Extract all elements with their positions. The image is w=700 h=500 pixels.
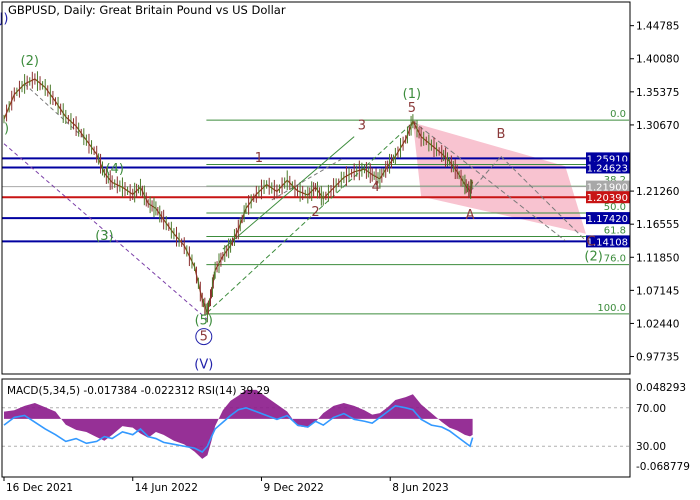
rsi-level-label: 70.00	[636, 403, 666, 415]
wave-label: (V)	[194, 358, 213, 373]
y-tick-label: 1.11850	[636, 252, 679, 264]
price-level-label: 1.24623	[587, 163, 628, 174]
y-tick-label: 1.30670	[636, 120, 679, 132]
x-tick-label: 9 Dec 2022	[263, 482, 323, 494]
wave-label: (2)	[21, 54, 39, 69]
y-tick-label: 1.07145	[636, 285, 679, 297]
fib-level-label: 76.0	[604, 254, 626, 265]
price-level-label: 1.17420	[587, 214, 628, 225]
y-tick-label: 1.02440	[636, 318, 679, 330]
wave-label: (1)	[403, 87, 421, 102]
wave-label: 5	[408, 101, 416, 116]
y-tick-label: 1.35375	[636, 87, 679, 99]
wave-label: )	[4, 121, 9, 136]
wave-label: 2	[311, 205, 319, 220]
indicator-y-tick-label: -0.068779	[636, 461, 690, 473]
fib-level-label: 0.0	[610, 109, 626, 120]
fib-level-label: 100.0	[597, 303, 626, 314]
rsi-level-label: 30.00	[636, 441, 666, 453]
chart-title: GBPUSD, Daily: Great Britain Pound vs US…	[8, 3, 286, 17]
x-tick-label: 8 Jun 2023	[392, 482, 448, 494]
indicator-legend: MACD(5,34,5) -0.017384 -0.022312 RSI(14)…	[7, 385, 270, 397]
wave-label: 1	[255, 151, 263, 166]
wave-label: (2)	[584, 249, 602, 264]
chart-canvas: 0.023.638.250.061.876.0100.01.259101.246…	[0, 0, 700, 500]
wave-label: (5)	[195, 313, 213, 328]
y-tick-label: 1.16555	[636, 219, 679, 231]
y-tick-label: 0.97735	[636, 352, 679, 364]
indicator-y-tick-label: 0.048293	[636, 382, 686, 394]
wave-label: B	[496, 127, 505, 142]
wave-label: 4	[372, 180, 380, 195]
price-level-label: 1.20390	[587, 193, 628, 204]
fib-level-label: 61.8	[604, 226, 626, 237]
wave-label: 3	[358, 119, 366, 134]
wave-label: A	[466, 208, 475, 223]
x-tick-label: 14 Jun 2022	[135, 482, 198, 494]
wave-label: (4)	[106, 162, 124, 177]
wave-label: C	[587, 235, 596, 250]
y-tick-label: 1.21260	[636, 186, 679, 198]
wave-label: 5	[200, 330, 208, 345]
y-tick-label: 1.40080	[636, 54, 679, 66]
x-tick-label: 16 Dec 2021	[6, 482, 73, 494]
wave-label: (3)	[95, 229, 113, 244]
y-tick-label: 1.44785	[636, 21, 679, 33]
